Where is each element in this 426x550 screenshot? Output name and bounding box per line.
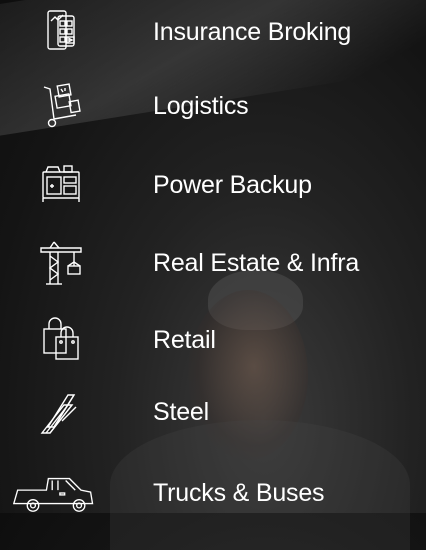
segment-insurance-broking[interactable]: Insurance Broking xyxy=(0,4,426,60)
insurance-document-icon xyxy=(34,5,88,59)
segment-steel[interactable]: Steel xyxy=(0,384,426,440)
generator-icon xyxy=(34,158,88,212)
segment-real-estate-infra[interactable]: Real Estate & Infra xyxy=(0,235,426,291)
segment-label: Steel xyxy=(153,398,209,426)
segment-retail[interactable]: Retail xyxy=(0,312,426,368)
segment-label: Insurance Broking xyxy=(153,18,352,46)
construction-crane-icon xyxy=(34,236,88,290)
shopping-bags-icon xyxy=(34,313,88,367)
steel-beams-icon xyxy=(34,385,88,439)
segment-logistics[interactable]: Logistics xyxy=(0,78,426,134)
segment-label: Trucks & Buses xyxy=(153,479,325,507)
pickup-truck-icon xyxy=(12,466,102,520)
segment-label: Logistics xyxy=(153,92,249,120)
business-segments-list: Insurance Broking Logistics Power Backup… xyxy=(0,0,426,513)
segment-label: Power Backup xyxy=(153,171,312,199)
segment-label: Retail xyxy=(153,326,216,354)
segment-label: Real Estate & Infra xyxy=(153,249,360,277)
segment-power-backup[interactable]: Power Backup xyxy=(0,157,426,213)
hand-truck-boxes-icon xyxy=(34,79,88,133)
